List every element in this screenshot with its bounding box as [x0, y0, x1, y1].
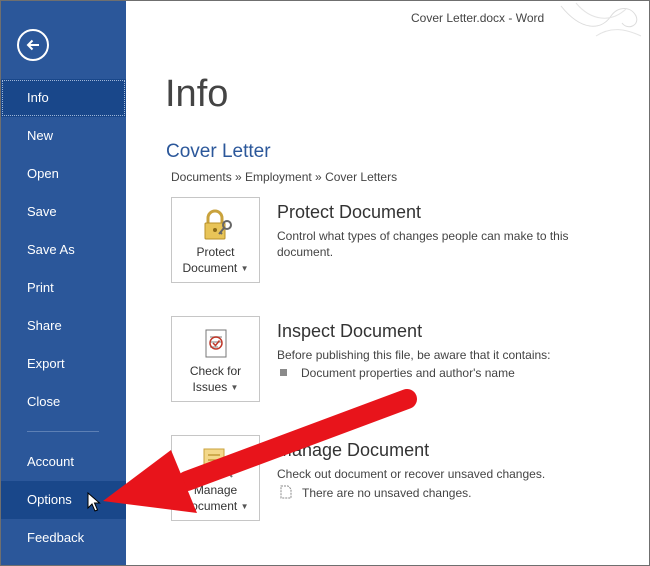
section-description: Before publishing this file, be aware th… — [277, 348, 551, 362]
bullet-icon — [280, 369, 287, 376]
tile-label: Document — [182, 499, 238, 513]
lock-key-icon — [204, 209, 232, 240]
inspect-document-icon — [205, 329, 227, 358]
tile-label: Check for — [189, 364, 242, 378]
tile-label: Protect — [196, 245, 235, 259]
list-item: Document properties and author's name — [280, 366, 515, 380]
list-item: There are no unsaved changes. — [280, 485, 471, 500]
sidebar-item-feedback[interactable]: Feedback — [1, 519, 126, 557]
section-description: Check out document or recover unsaved ch… — [277, 467, 546, 481]
sidebar-item-share[interactable]: Share — [1, 307, 126, 345]
section-description: Control what types of changes people can… — [277, 229, 569, 259]
tile-label: Document — [182, 261, 238, 275]
mouse-cursor-icon — [87, 492, 101, 512]
back-arrow-icon — [26, 39, 39, 51]
protect-document-button[interactable]: Protect Document ▼ — [171, 197, 260, 283]
sidebar-item-close[interactable]: Close — [1, 383, 126, 421]
sidebar-item-account[interactable]: Account — [1, 443, 126, 481]
sidebar-item-save-as[interactable]: Save As — [1, 231, 126, 269]
window-title: Cover Letter.docx - Word — [411, 11, 545, 25]
sidebar-item-options[interactable]: Options — [1, 481, 126, 519]
section-title: Inspect Document — [277, 321, 423, 341]
document-name: Cover Letter — [166, 141, 271, 162]
sidebar-item-open[interactable]: Open — [1, 155, 126, 193]
word-backstage-window: Info New Open Save Save As Print Share E… — [0, 0, 650, 566]
check-for-issues-button[interactable]: Check for Issues ▼ — [171, 316, 260, 402]
section-title: Protect Document — [277, 202, 422, 222]
dropdown-caret-icon: ▼ — [240, 264, 249, 273]
breadcrumb[interactable]: Documents » Employment » Cover Letters — [171, 170, 397, 184]
sidebar-item-export[interactable]: Export — [1, 345, 126, 383]
dropdown-caret-icon: ▼ — [240, 502, 249, 511]
sidebar-item-new[interactable]: New — [1, 117, 126, 155]
back-button[interactable] — [17, 29, 49, 61]
sidebar-item-info[interactable]: Info — [1, 79, 126, 117]
tile-label: Manage — [193, 483, 238, 497]
manage-document-button[interactable]: Manage Document ▼ — [171, 435, 260, 521]
decorative-swirl-icon — [560, 2, 642, 37]
dropdown-caret-icon: ▼ — [230, 383, 239, 392]
backstage-sidebar: Info New Open Save Save As Print Share E… — [1, 1, 126, 565]
document-icon — [280, 485, 292, 499]
manage-document-icon — [203, 448, 233, 478]
sidebar-item-save[interactable]: Save — [1, 193, 126, 231]
sidebar-divider — [27, 431, 99, 432]
page-title: Info — [165, 73, 229, 115]
section-title: Manage Document — [277, 440, 430, 460]
sidebar-item-print[interactable]: Print — [1, 269, 126, 307]
tile-label: Issues — [192, 380, 228, 394]
